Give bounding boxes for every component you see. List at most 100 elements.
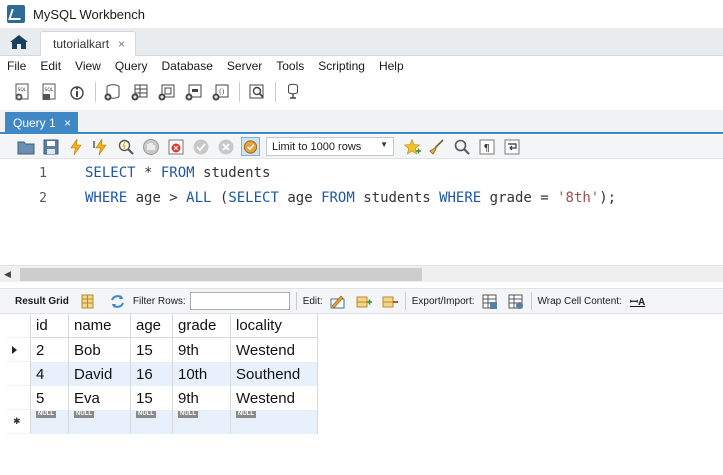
menu-file[interactable]: File [0, 59, 33, 73]
filter-rows-label: Filter Rows: [132, 295, 186, 307]
query-tab-strip: Query 1 × [0, 110, 723, 134]
menu-help[interactable]: Help [372, 59, 411, 73]
cell-locality[interactable]: Westend [231, 386, 318, 410]
connection-tab-close-icon[interactable]: × [118, 37, 125, 51]
export-button[interactable] [481, 292, 499, 310]
create-schema-button[interactable] [102, 81, 124, 103]
tab-query-1[interactable]: Query 1 × [5, 112, 78, 134]
sql-keyword: FROM [160, 165, 195, 181]
row-header[interactable] [7, 362, 31, 386]
home-button[interactable] [8, 33, 30, 51]
column-header-id[interactable]: id [31, 314, 69, 338]
delete-row-button[interactable] [381, 292, 399, 310]
cell-grade[interactable]: NULL [173, 410, 231, 434]
toggle-word-wrap-button[interactable] [502, 137, 521, 156]
code-text: SELECT * FROM students [85, 165, 270, 181]
refresh-button[interactable] [109, 292, 127, 310]
explain-button[interactable] [116, 137, 135, 156]
wrap-cell-toggle-icon[interactable]: ꟷA [630, 294, 645, 308]
menu-view[interactable]: View [68, 59, 108, 73]
delete-row-icon [382, 296, 399, 307]
connection-tab-tutorialkart[interactable]: tutorialkart × [40, 31, 136, 56]
create-procedure-button[interactable] [183, 81, 205, 103]
menu-database[interactable]: Database [155, 59, 220, 73]
find-replace-button[interactable] [452, 137, 471, 156]
add-snippet-button[interactable] [402, 137, 421, 156]
create-table-button[interactable] [129, 81, 151, 103]
row-header[interactable] [7, 386, 31, 410]
cell-name[interactable]: NULL [69, 410, 131, 434]
new-row-star-icon: ✱ [13, 416, 21, 426]
toggle-autocommit-button[interactable] [241, 137, 260, 156]
cell-grade[interactable]: 9th [173, 386, 231, 410]
menu-edit[interactable]: Edit [33, 59, 68, 73]
toggle-stop-on-error-button[interactable] [166, 137, 185, 156]
sql-editor[interactable]: 1 SELECT * FROM students 2 WHERE age > A… [0, 160, 723, 265]
cell-id[interactable]: 2 [31, 338, 69, 362]
open-sql-script-button[interactable]: SQL [39, 81, 61, 103]
beautify-button[interactable] [427, 137, 446, 156]
cell-age[interactable]: 16 [131, 362, 173, 386]
cell-name[interactable]: Eva [69, 386, 131, 410]
query-tab-close-icon[interactable]: × [64, 116, 71, 130]
table-row[interactable]: 5 Eva 15 9th Westend [7, 386, 318, 410]
row-header[interactable] [7, 338, 31, 362]
scrollbar-thumb[interactable] [20, 268, 422, 281]
menu-server[interactable]: Server [220, 59, 269, 73]
rollback-button[interactable] [216, 137, 235, 156]
new-row[interactable]: ✱ NULL NULL NULL NULL NULL [7, 410, 318, 434]
inspector-button[interactable] [66, 81, 88, 103]
cell-name[interactable]: David [69, 362, 131, 386]
menu-tools[interactable]: Tools [269, 59, 311, 73]
cell-id[interactable]: 4 [31, 362, 69, 386]
limit-rows-select[interactable]: Limit to 1000 rows ▼ [266, 137, 394, 156]
grid-header-row: id name age grade locality [7, 314, 318, 338]
scroll-left-arrow-icon[interactable]: ◀ [4, 269, 11, 280]
execute-current-button[interactable] [91, 137, 110, 156]
cell-age[interactable]: NULL [131, 410, 173, 434]
cell-locality[interactable]: NULL [231, 410, 318, 434]
commit-check-icon [193, 139, 208, 154]
null-badge: NULL [74, 411, 94, 418]
cell-id[interactable]: NULL [31, 410, 69, 434]
cell-age[interactable]: 15 [131, 386, 173, 410]
table-row[interactable]: 4 David 16 10th Southend [7, 362, 318, 386]
cell-grade[interactable]: 9th [173, 338, 231, 362]
stop-button[interactable] [141, 137, 160, 156]
result-grid-view-button[interactable] [79, 292, 97, 310]
create-function-button[interactable]: () [210, 81, 232, 103]
column-header-name[interactable]: name [69, 314, 131, 338]
column-header-locality[interactable]: locality [231, 314, 318, 338]
edit-current-row-button[interactable] [329, 292, 347, 310]
open-script-button[interactable] [16, 137, 35, 156]
column-header-age[interactable]: age [131, 314, 173, 338]
cell-grade[interactable]: 10th [173, 362, 231, 386]
new-sql-tab-button[interactable]: SQL [12, 81, 34, 103]
editor-horizontal-scrollbar[interactable]: ◀ [0, 265, 723, 282]
import-button[interactable] [507, 292, 525, 310]
create-view-button[interactable] [156, 81, 178, 103]
toggle-invisible-chars-button[interactable]: ¶ [477, 137, 496, 156]
search-table-data-button[interactable] [246, 81, 268, 103]
connection-tab-strip: tutorialkart × [0, 28, 723, 56]
menu-scripting[interactable]: Scripting [311, 59, 372, 73]
row-header[interactable]: ✱ [7, 410, 31, 434]
column-header-grade[interactable]: grade [173, 314, 231, 338]
cell-id[interactable]: 5 [31, 386, 69, 410]
execute-all-button[interactable] [66, 137, 85, 156]
cell-name[interactable]: Bob [69, 338, 131, 362]
insert-row-icon [356, 296, 373, 307]
filter-rows-input[interactable] [189, 292, 290, 310]
cell-locality[interactable]: Westend [231, 338, 318, 362]
reconnect-button[interactable] [282, 81, 304, 103]
lightning-icon [69, 138, 82, 155]
save-script-button[interactable] [41, 137, 60, 156]
menu-query[interactable]: Query [108, 59, 155, 73]
insert-row-button[interactable] [355, 292, 373, 310]
cell-locality[interactable]: Southend [231, 362, 318, 386]
table-row[interactable]: 2 Bob 15 9th Westend [7, 338, 318, 362]
cell-age[interactable]: 15 [131, 338, 173, 362]
commit-button[interactable] [191, 137, 210, 156]
result-grid-label[interactable]: Result Grid [15, 296, 69, 307]
sql-text: students [194, 165, 271, 181]
